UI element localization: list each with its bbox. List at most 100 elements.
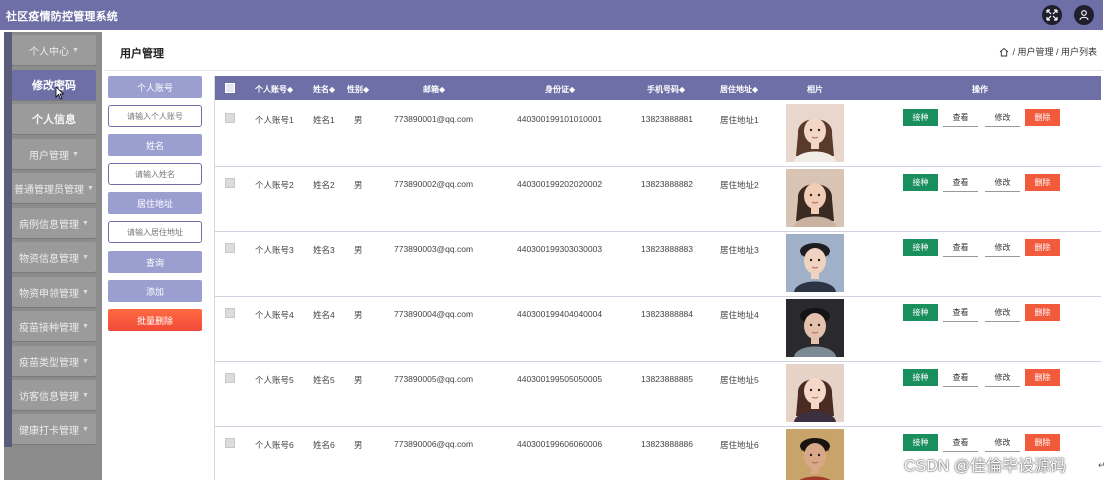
column-id-card[interactable]: 身份证◆ xyxy=(545,84,575,95)
cell-gender: 男 xyxy=(354,245,363,255)
delete-button[interactable]: 删除 xyxy=(1025,369,1060,386)
mouse-cursor-icon xyxy=(55,86,65,100)
sidebar-item-5[interactable]: 普通管理员管理 ▼ xyxy=(12,173,96,203)
user-photo[interactable] xyxy=(786,234,844,292)
sidebar-item-label: 物资申领管理 xyxy=(19,288,80,300)
sidebar-item-label: 修改密码 xyxy=(32,80,76,92)
sidebar-item-12[interactable]: 健康打卡管理 ▼ xyxy=(12,414,96,444)
fullscreen-icon[interactable] xyxy=(1042,5,1062,25)
view-button[interactable]: 查看 xyxy=(943,174,978,192)
edit-button[interactable]: 修改 xyxy=(985,434,1020,452)
cell-gender: 男 xyxy=(354,115,363,125)
user-photo[interactable] xyxy=(786,299,844,357)
sidebar-item-label: 健康打卡管理 xyxy=(19,425,80,437)
edit-button[interactable]: 修改 xyxy=(985,109,1020,127)
cell-email: 773890001@qq.com xyxy=(394,114,474,124)
cell-email: 773890006@qq.com xyxy=(394,439,474,449)
vaccinate-button[interactable]: 接种 xyxy=(903,434,938,451)
edit-button[interactable]: 修改 xyxy=(985,304,1020,322)
account-label: 个人账号 xyxy=(108,76,202,98)
sidebar-item-10[interactable]: 疫苗类型管理 ▼ xyxy=(12,346,96,376)
edit-button[interactable]: 修改 xyxy=(985,369,1020,387)
sidebar-item-6[interactable]: 病例信息管理 ▼ xyxy=(12,208,96,238)
address-label: 居住地址 xyxy=(108,192,202,214)
vaccinate-button[interactable]: 接种 xyxy=(903,369,938,386)
chevron-down-icon: ▼ xyxy=(82,425,89,433)
view-button[interactable]: 查看 xyxy=(943,109,978,127)
delete-button[interactable]: 删除 xyxy=(1025,304,1060,321)
vaccinate-button[interactable]: 接种 xyxy=(903,239,938,256)
account-search-input[interactable] xyxy=(108,105,202,127)
delete-button[interactable]: 删除 xyxy=(1025,239,1060,256)
view-button[interactable]: 查看 xyxy=(943,304,978,322)
column-account[interactable]: 个人账号◆ xyxy=(255,84,293,95)
chevron-down-icon: ▼ xyxy=(72,150,79,158)
view-button[interactable]: 查看 xyxy=(943,239,978,257)
table-row[interactable]: 个人账号3 姓名3 男 773890003@qq.com 440300199303030… xyxy=(215,232,1101,297)
user-photo[interactable] xyxy=(786,104,844,162)
row-checkbox[interactable] xyxy=(225,373,235,383)
sidebar-item-4[interactable]: 用户管理 ▼ xyxy=(12,139,96,169)
name-search-input[interactable] xyxy=(108,163,202,185)
cell-account: 个人账号6 xyxy=(255,440,294,450)
column-name[interactable]: 姓名◆ xyxy=(313,84,335,95)
delete-button[interactable]: 删除 xyxy=(1025,434,1060,451)
sidebar-item-3[interactable]: 个人信息 xyxy=(12,104,96,134)
sidebar-item-label: 病例信息管理 xyxy=(19,219,80,231)
breadcrumb-path[interactable]: / 用户管理 / 用户列表 xyxy=(1012,45,1097,58)
user-icon[interactable] xyxy=(1074,5,1094,25)
sidebar-item-2[interactable]: 修改密码 xyxy=(12,70,96,100)
delete-button[interactable]: 删除 xyxy=(1025,174,1060,191)
cell-gender: 男 xyxy=(354,180,363,190)
vaccinate-button[interactable]: 接种 xyxy=(903,109,938,126)
table-row[interactable]: 个人账号4 姓名4 男 773890004@qq.com 440300199404040… xyxy=(215,297,1101,362)
cell-phone: 13823888882 xyxy=(641,179,694,189)
sidebar-item-9[interactable]: 疫苗接种管理 ▼ xyxy=(12,311,96,341)
query-button[interactable]: 查询 xyxy=(108,251,202,273)
column-photo: 相片 xyxy=(807,85,823,94)
sidebar-item-11[interactable]: 访客信息管理 ▼ xyxy=(12,380,96,410)
column-phone[interactable]: 手机号码◆ xyxy=(647,84,685,95)
delete-button[interactable]: 删除 xyxy=(1025,109,1060,126)
cell-email: 773890003@qq.com xyxy=(394,244,474,254)
row-checkbox[interactable] xyxy=(225,178,235,188)
chevron-down-icon: ▼ xyxy=(82,322,89,330)
sidebar-item-7[interactable]: 物资信息管理 ▼ xyxy=(12,242,96,272)
sidebar-item-8[interactable]: 物资申领管理 ▼ xyxy=(12,277,96,307)
table-row[interactable]: 个人账号2 姓名2 男 773890002@qq.com 440300199202020… xyxy=(215,167,1101,232)
chevron-down-icon: ▼ xyxy=(82,288,89,296)
table-row[interactable]: 个人账号5 姓名5 男 773890005@qq.com 440300199505050… xyxy=(215,362,1101,427)
row-checkbox[interactable] xyxy=(225,113,235,123)
row-checkbox[interactable] xyxy=(225,308,235,318)
column-address[interactable]: 居住地址◆ xyxy=(720,84,758,95)
sidebar-item-label: 个人中心 xyxy=(29,46,70,58)
sidebar-item-1[interactable]: 个人中心 ▼ xyxy=(12,35,96,65)
cell-account: 个人账号5 xyxy=(255,375,294,385)
user-photo[interactable] xyxy=(786,429,844,480)
row-checkbox[interactable] xyxy=(225,438,235,448)
edit-button[interactable]: 修改 xyxy=(985,174,1020,192)
view-button[interactable]: 查看 xyxy=(943,434,978,452)
batch-delete-button[interactable]: 批量删除 xyxy=(108,309,202,331)
sidebar-item-label: 普通管理员管理 xyxy=(14,184,85,196)
cell-id-card: 440300199303030003 xyxy=(517,244,603,254)
address-search-input[interactable] xyxy=(108,221,202,243)
vaccinate-button[interactable]: 接种 xyxy=(903,174,938,191)
edit-button[interactable]: 修改 xyxy=(985,239,1020,257)
select-all-checkbox[interactable] xyxy=(225,83,235,93)
content-header: 用户管理 / 用户管理 / 用户列表 xyxy=(104,32,1103,71)
row-checkbox[interactable] xyxy=(225,243,235,253)
vaccinate-button[interactable]: 接种 xyxy=(903,304,938,321)
name-label: 姓名 xyxy=(108,134,202,156)
user-photo[interactable] xyxy=(786,364,844,422)
table-row[interactable]: 个人账号1 姓名1 男 773890001@qq.com 440300199101010… xyxy=(215,102,1101,167)
column-email[interactable]: 邮箱◆ xyxy=(423,84,445,95)
view-button[interactable]: 查看 xyxy=(943,369,978,387)
user-photo[interactable] xyxy=(786,169,844,227)
cell-account: 个人账号2 xyxy=(255,180,294,190)
home-icon[interactable] xyxy=(999,47,1009,57)
sidebar-item-label: 疫苗接种管理 xyxy=(19,322,80,334)
column-actions: 操作 xyxy=(972,85,988,94)
column-gender[interactable]: 性别◆ xyxy=(347,84,369,95)
add-button[interactable]: 添加 xyxy=(108,280,202,302)
